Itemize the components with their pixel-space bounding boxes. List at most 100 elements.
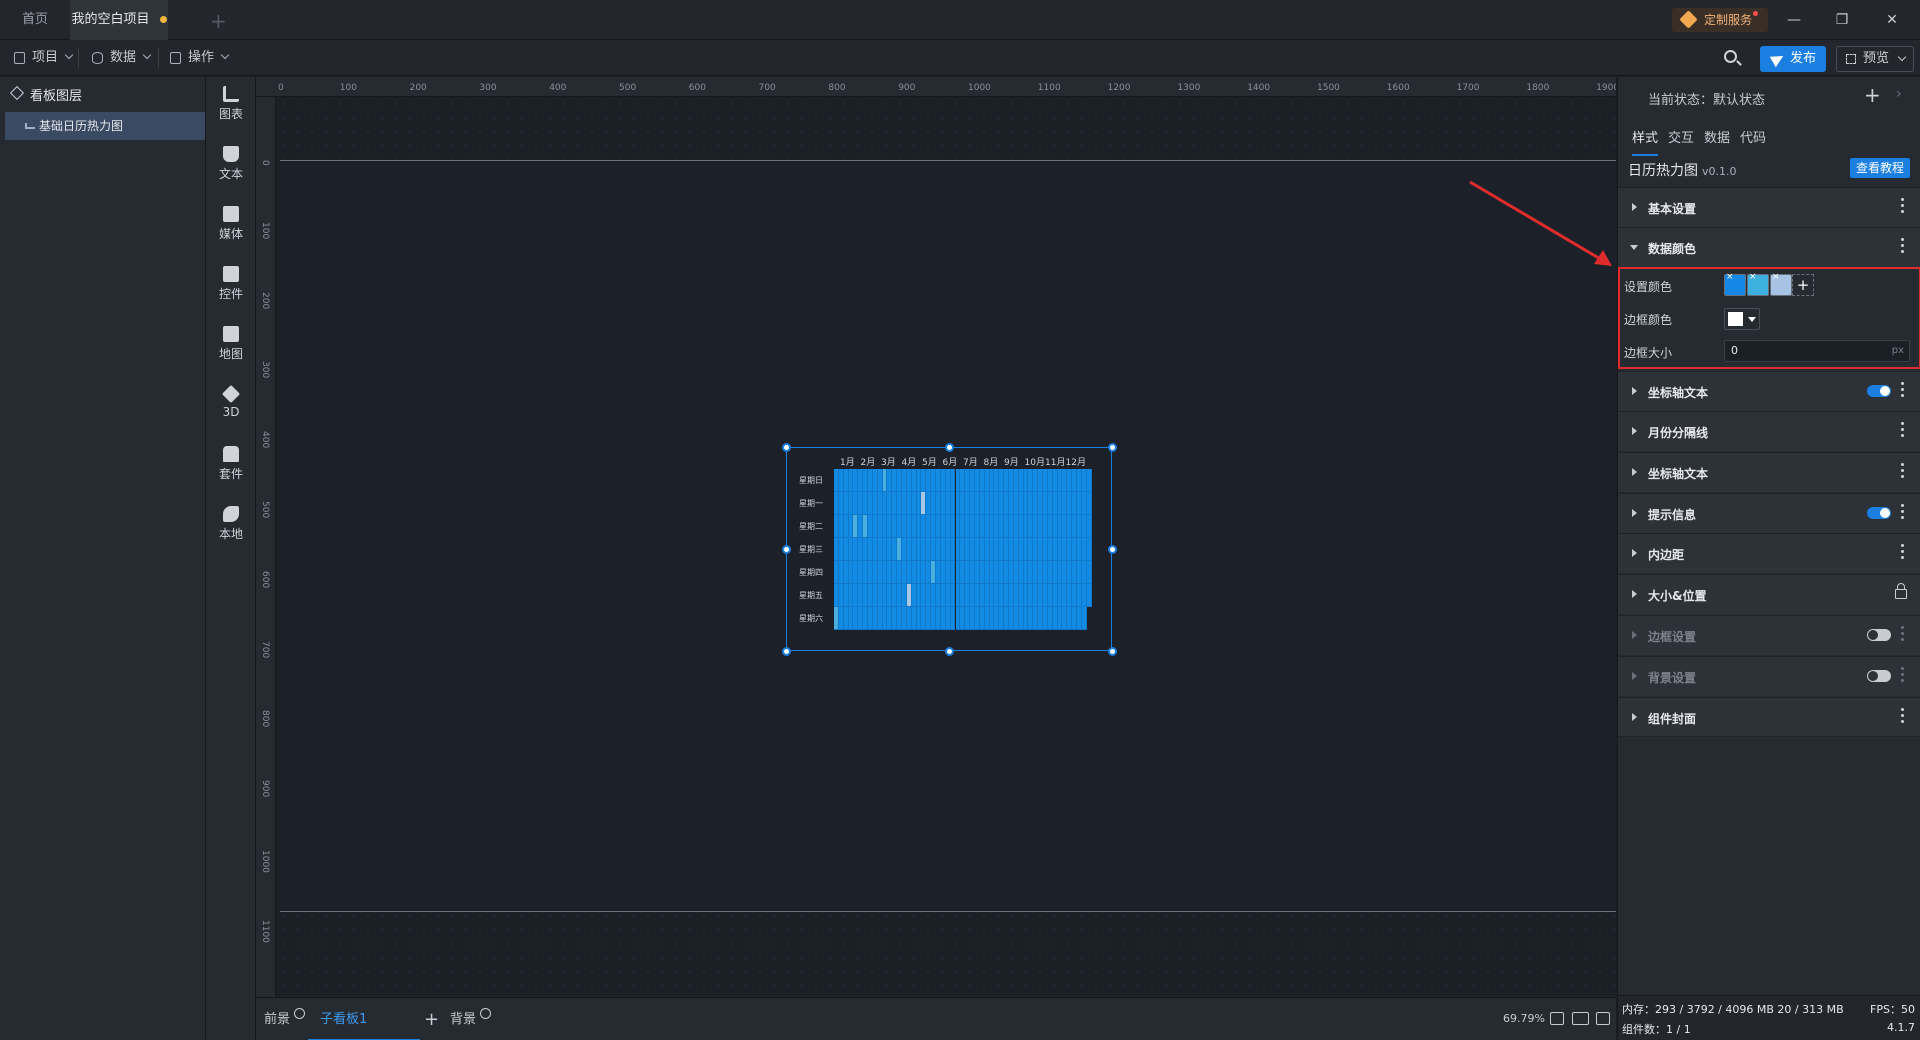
- border-toggle[interactable]: [1867, 629, 1891, 641]
- tab-foreground[interactable]: 前景: [264, 998, 306, 1040]
- comp-control[interactable]: 控件: [206, 257, 256, 307]
- more-vertical-icon[interactable]: [1901, 504, 1905, 522]
- more-vertical-icon[interactable]: [1901, 544, 1905, 562]
- section-month-divider[interactable]: 月份分隔线: [1618, 411, 1920, 451]
- border-color-picker[interactable]: [1724, 308, 1760, 330]
- tab-data[interactable]: 数据: [1704, 127, 1730, 146]
- tab-home[interactable]: 首页: [0, 0, 70, 40]
- remove-color-icon[interactable]: ×: [1749, 272, 1757, 282]
- current-state-label[interactable]: 当前状态：默认状态: [1648, 89, 1765, 108]
- more-vertical-icon[interactable]: [1901, 463, 1905, 481]
- section-axis-text-2[interactable]: 坐标轴文本: [1618, 452, 1920, 492]
- resize-handle[interactable]: [781, 442, 791, 452]
- section-axis-text[interactable]: 坐标轴文本: [1618, 371, 1920, 411]
- tab-interaction[interactable]: 交互: [1668, 127, 1694, 146]
- restore-icon[interactable]: ❐: [1830, 8, 1854, 32]
- more-vertical-icon[interactable]: [1901, 708, 1905, 726]
- custom-service-button[interactable]: 定制服务: [1672, 8, 1768, 32]
- tab-project[interactable]: 我的空白项目: [70, 0, 168, 40]
- comp-kit[interactable]: 套件: [206, 437, 256, 487]
- section-border[interactable]: 边框设置: [1618, 615, 1920, 655]
- tab-background[interactable]: 背景: [450, 998, 492, 1040]
- search-icon[interactable]: [1722, 48, 1742, 68]
- resize-handle[interactable]: [1107, 646, 1117, 656]
- remove-color-icon[interactable]: ×: [1726, 272, 1734, 282]
- section-padding[interactable]: 内边距: [1618, 533, 1920, 573]
- tooltip-toggle[interactable]: [1867, 507, 1891, 519]
- layer-item-label: 基础日历热力图: [39, 119, 124, 133]
- add-circle-icon[interactable]: [480, 1008, 492, 1019]
- minimize-icon[interactable]: —: [1782, 8, 1806, 32]
- more-vertical-icon[interactable]: [1901, 667, 1905, 685]
- menu-data[interactable]: 数据: [88, 40, 152, 76]
- close-icon[interactable]: ✕: [1880, 8, 1904, 32]
- dashboard-stage[interactable]: 1月 2月 3月 4月 5月 6月 7月 8月 9月 10月 11月 12月 星期日 星期一 星期二 星期三…: [280, 160, 1616, 912]
- color-swatch[interactable]: ×: [1747, 272, 1769, 296]
- tab-style[interactable]: 样式: [1632, 127, 1659, 156]
- section-basic-settings[interactable]: 基本设置: [1618, 187, 1920, 227]
- layer-item-heatmap[interactable]: 基础日历热力图: [5, 112, 205, 140]
- zoom-level[interactable]: 69.79%: [1503, 1012, 1545, 1025]
- background-toggle[interactable]: [1867, 670, 1891, 682]
- menu-project[interactable]: 项目: [10, 40, 74, 76]
- data-color-settings: 设置颜色 × × × + 边框颜色 边框大小 0 px: [1618, 267, 1920, 369]
- more-vertical-icon[interactable]: [1901, 626, 1905, 644]
- comp-text[interactable]: 文本: [206, 137, 256, 187]
- chevron-right-icon: [1632, 203, 1637, 211]
- add-color-button[interactable]: +: [1792, 274, 1814, 296]
- remove-color-icon[interactable]: ×: [1772, 272, 1780, 282]
- border-size-value: 0: [1731, 344, 1738, 357]
- section-cover[interactable]: 组件封面: [1618, 697, 1920, 737]
- tab-subboard[interactable]: 子看板1: [308, 998, 420, 1040]
- comp-media[interactable]: 媒体: [206, 197, 256, 247]
- map-icon: [223, 326, 239, 342]
- more-vertical-icon[interactable]: [1901, 422, 1905, 440]
- fit-screen-icon[interactable]: [1550, 1012, 1564, 1025]
- more-vertical-icon[interactable]: [1901, 238, 1905, 256]
- keyboard-icon[interactable]: [1572, 1012, 1589, 1025]
- axis-text-toggle[interactable]: [1867, 385, 1891, 397]
- selection-box[interactable]: [786, 447, 1112, 651]
- ruler-tick-label: 1000: [260, 850, 270, 873]
- more-vertical-icon[interactable]: [1901, 382, 1905, 400]
- add-tab-icon[interactable]: +: [210, 9, 227, 33]
- color-swatch[interactable]: ×: [1770, 272, 1792, 296]
- comp-map[interactable]: 地图: [206, 317, 256, 367]
- resize-handle[interactable]: [781, 646, 791, 656]
- add-state-icon[interactable]: +: [1864, 83, 1881, 107]
- section-data-color[interactable]: 数据颜色: [1618, 227, 1920, 267]
- add-board-icon[interactable]: +: [424, 998, 439, 1040]
- color-swatch[interactable]: ×: [1724, 272, 1746, 296]
- calendar-heatmap-widget[interactable]: 1月 2月 3月 4月 5月 6月 7月 8月 9月 10月 11月 12月 星期日 星期一 星期二 星期三…: [781, 442, 1117, 656]
- comp-3d[interactable]: 3D: [206, 377, 256, 427]
- resize-handle[interactable]: [781, 544, 791, 554]
- menu-operation[interactable]: 操作: [166, 40, 230, 76]
- terminal-icon[interactable]: [1596, 1012, 1610, 1025]
- border-size-input[interactable]: 0 px: [1724, 340, 1910, 362]
- publish-button[interactable]: 发布: [1760, 46, 1826, 72]
- comp-local[interactable]: 本地: [206, 497, 256, 547]
- resize-handle[interactable]: [1107, 442, 1117, 452]
- tab-code[interactable]: 代码: [1740, 127, 1766, 146]
- resize-handle[interactable]: [1107, 544, 1117, 554]
- comp-kit-label: 套件: [218, 467, 243, 481]
- editor-canvas[interactable]: 1月 2月 3月 4月 5月 6月 7月 8月 9月 10月 11月 12月 星期日 星期一 星期二 星期三…: [277, 97, 1616, 997]
- menu-operation-label: 操作: [188, 50, 215, 65]
- resize-handle[interactable]: [944, 646, 954, 656]
- section-size-position[interactable]: 大小&位置: [1618, 574, 1920, 614]
- comp-chart[interactable]: 图表: [206, 77, 256, 127]
- section-label: 基本设置: [1648, 202, 1697, 216]
- more-vertical-icon[interactable]: [1901, 198, 1905, 216]
- annotation-arrow-icon: [1469, 180, 1612, 266]
- section-tooltip[interactable]: 提示信息: [1618, 493, 1920, 533]
- app-version: 4.1.7: [1887, 1021, 1915, 1034]
- section-background[interactable]: 背景设置: [1618, 656, 1920, 696]
- chevron-right-icon[interactable]: ›: [1896, 86, 1902, 102]
- resize-handle[interactable]: [944, 442, 954, 452]
- layers-title-label: 看板图层: [30, 89, 83, 104]
- preview-button[interactable]: 预览: [1836, 46, 1914, 72]
- view-tutorial-button[interactable]: 查看教程: [1850, 158, 1910, 178]
- add-circle-icon[interactable]: [294, 1008, 306, 1019]
- ruler-tick-label: 400: [549, 83, 567, 93]
- lock-icon[interactable]: [1895, 583, 1907, 599]
